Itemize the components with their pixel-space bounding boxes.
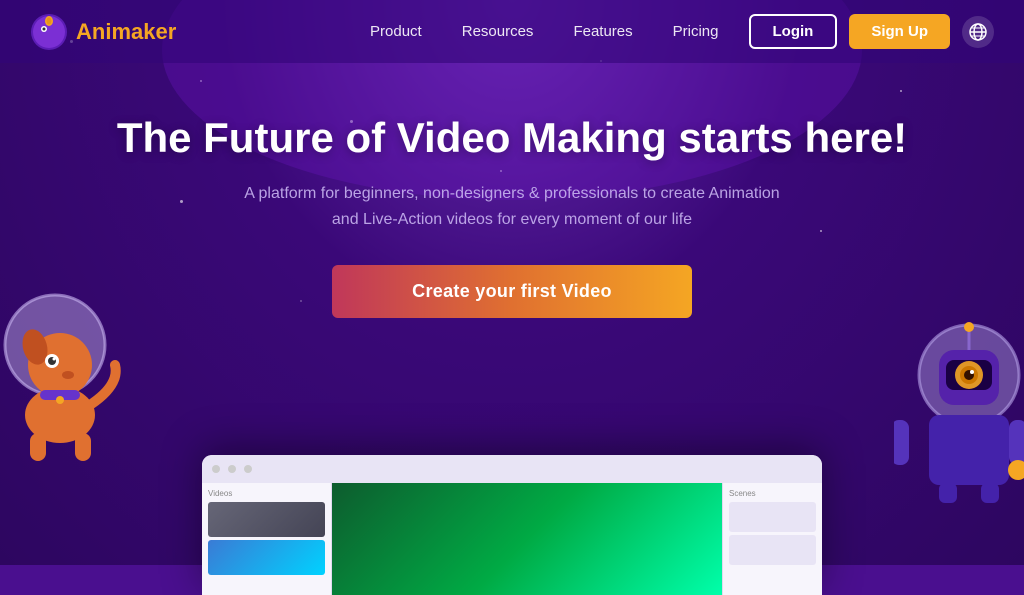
nav-product[interactable]: Product [370, 23, 422, 40]
signup-button[interactable]: Sign Up [849, 14, 950, 49]
app-preview: Videos Scenes [202, 455, 822, 595]
nav-links: Product Resources Features Pricing [370, 23, 718, 40]
logo[interactable]: Animaker [30, 13, 176, 51]
nav-actions: Login Sign Up [749, 14, 995, 49]
sidebar-label: Videos [208, 489, 325, 498]
app-sidebar: Videos [202, 483, 332, 595]
logo-icon [30, 13, 68, 51]
app-canvas [332, 483, 722, 595]
scene-1 [729, 502, 816, 532]
mascot-robot [894, 305, 1024, 505]
hero-subtitle: A platform for beginners, non-designers … [0, 181, 1024, 232]
language-selector-button[interactable] [962, 16, 994, 48]
video-thumb-1 [208, 502, 325, 537]
toolbar-dot-3 [244, 465, 252, 473]
navigation: Animaker Product Resources Features Pric… [0, 0, 1024, 63]
app-toolbar [202, 455, 822, 483]
login-button[interactable]: Login [749, 14, 838, 49]
logo-text: Animaker [76, 19, 176, 45]
toolbar-dot-2 [228, 465, 236, 473]
scene-2 [729, 535, 816, 565]
app-right-panel: Scenes [722, 483, 822, 595]
mascot-dog [0, 285, 130, 465]
toolbar-dot-1 [212, 465, 220, 473]
video-thumb-2 [208, 540, 325, 575]
nav-resources[interactable]: Resources [462, 23, 534, 40]
globe-icon [969, 23, 987, 41]
nav-pricing[interactable]: Pricing [673, 23, 719, 40]
app-body: Videos Scenes [202, 483, 822, 595]
hero-title: The Future of Video Making starts here! [0, 113, 1024, 163]
right-panel-label: Scenes [729, 489, 816, 498]
hero-section: The Future of Video Making starts here! … [0, 63, 1024, 318]
nav-features[interactable]: Features [573, 23, 632, 40]
cta-button[interactable]: Create your first Video [332, 265, 692, 318]
